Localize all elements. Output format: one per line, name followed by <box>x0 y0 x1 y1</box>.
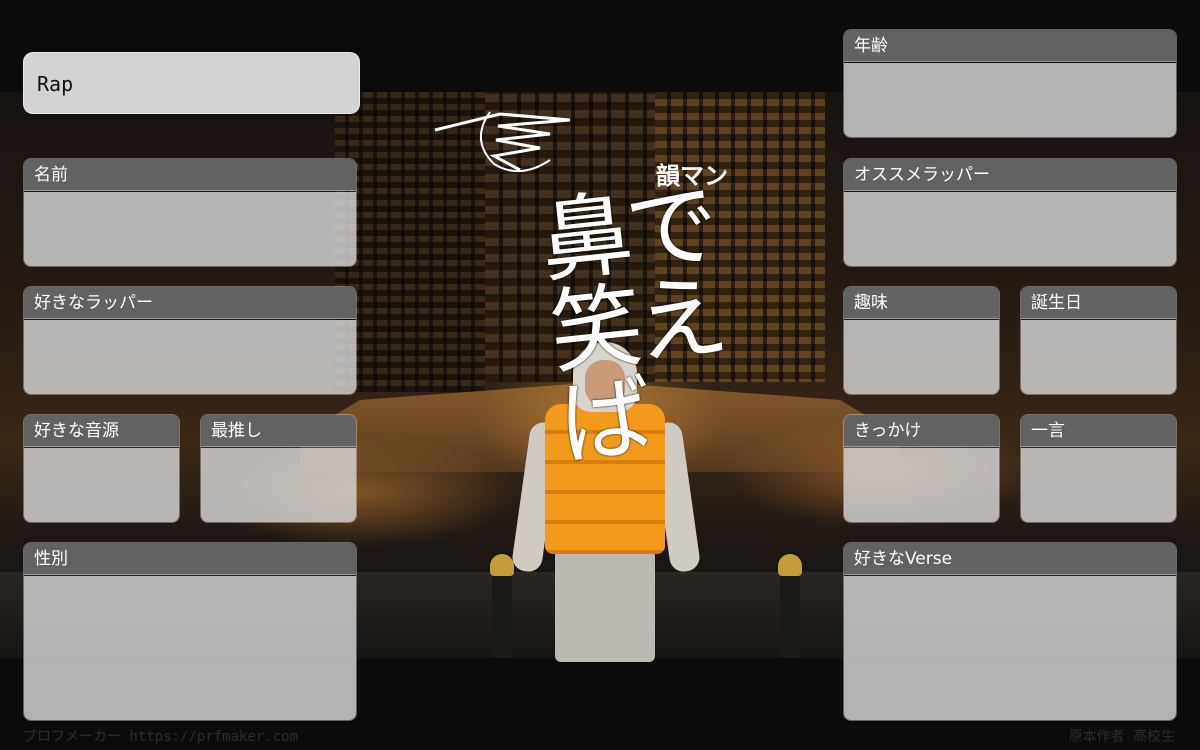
footer-credit: 原本作者 髙校生 <box>1068 729 1175 745</box>
artwork-artist: 韻マン <box>656 162 728 190</box>
gender-field-label: 性別 <box>24 543 356 575</box>
artwork-logo: 鼻で笑えば 韻マン <box>430 100 770 479</box>
footer-maker-link[interactable]: プロフメーカー https://prfmaker.com <box>23 726 298 746</box>
age-field-label: 年齢 <box>844 30 1176 62</box>
bollard-right <box>778 554 802 658</box>
recommend-rapper-field-input[interactable] <box>844 192 1176 266</box>
fav-rapper-field-label: 好きなラッパー <box>24 287 356 319</box>
one-word-field[interactable]: 一言 <box>1020 414 1177 523</box>
fav-verse-field[interactable]: 好きなVerse <box>843 542 1177 721</box>
hobby-field-label: 趣味 <box>844 287 999 319</box>
fav-rapper-field[interactable]: 好きなラッパー <box>23 286 357 395</box>
recommend-rapper-field[interactable]: オススメラッパー <box>843 158 1177 267</box>
gender-field[interactable]: 性別 <box>23 542 357 721</box>
hobby-field[interactable]: 趣味 <box>843 286 1000 395</box>
one-word-field-input[interactable] <box>1021 448 1176 522</box>
rap-title-label: Rap <box>37 72 74 96</box>
bollard-left <box>490 554 514 658</box>
oshi-field-input[interactable] <box>201 448 356 522</box>
oshi-field[interactable]: 最推し <box>200 414 357 523</box>
name-field-input[interactable] <box>24 192 356 266</box>
age-field-input[interactable] <box>844 63 1176 137</box>
fav-track-field[interactable]: 好きな音源 <box>23 414 180 523</box>
artwork-title: 鼻で笑えば <box>535 171 728 479</box>
one-word-field-label: 一言 <box>1021 415 1176 447</box>
fav-verse-field-input[interactable] <box>844 576 1176 720</box>
oshi-field-label: 最推し <box>201 415 356 447</box>
fav-track-field-input[interactable] <box>24 448 179 522</box>
age-field[interactable]: 年齢 <box>843 29 1177 138</box>
fav-rapper-field-input[interactable] <box>24 320 356 394</box>
trigger-field[interactable]: きっかけ <box>843 414 1000 523</box>
name-field[interactable]: 名前 <box>23 158 357 267</box>
recommend-rapper-field-label: オススメラッパー <box>844 159 1176 191</box>
trigger-field-label: きっかけ <box>844 415 999 447</box>
rap-title-box[interactable]: Rap <box>23 52 360 114</box>
fav-track-field-label: 好きな音源 <box>24 415 179 447</box>
name-field-label: 名前 <box>24 159 356 191</box>
gender-field-input[interactable] <box>24 576 356 720</box>
hobby-field-input[interactable] <box>844 320 999 394</box>
trigger-field-input[interactable] <box>844 448 999 522</box>
birthday-field-input[interactable] <box>1021 320 1176 394</box>
birthday-field[interactable]: 誕生日 <box>1020 286 1177 395</box>
birthday-field-label: 誕生日 <box>1021 287 1176 319</box>
fav-verse-field-label: 好きなVerse <box>844 543 1176 575</box>
